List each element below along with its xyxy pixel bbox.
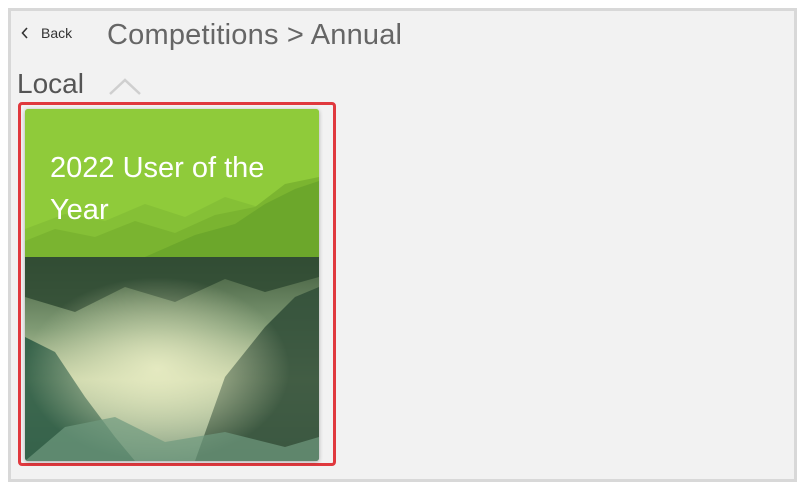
chevron-left-icon	[21, 27, 29, 39]
card-image	[25, 257, 319, 461]
app-window: Back Competitions > Annual Local 2022 Us…	[8, 8, 797, 482]
page-title: Competitions > Annual	[107, 19, 403, 51]
section-title: Local	[17, 68, 84, 99]
top-bar: Back Competitions > Annual	[11, 11, 794, 61]
back-button[interactable]: Back	[21, 25, 72, 41]
card-header: 2022 User of the Year	[25, 109, 319, 257]
card-title: 2022 User of the Year	[50, 152, 265, 226]
section-header: Local	[17, 68, 142, 100]
back-label: Back	[41, 25, 73, 41]
competition-card[interactable]: 2022 User of the Year	[25, 109, 319, 461]
chevron-up-icon[interactable]	[108, 76, 142, 96]
